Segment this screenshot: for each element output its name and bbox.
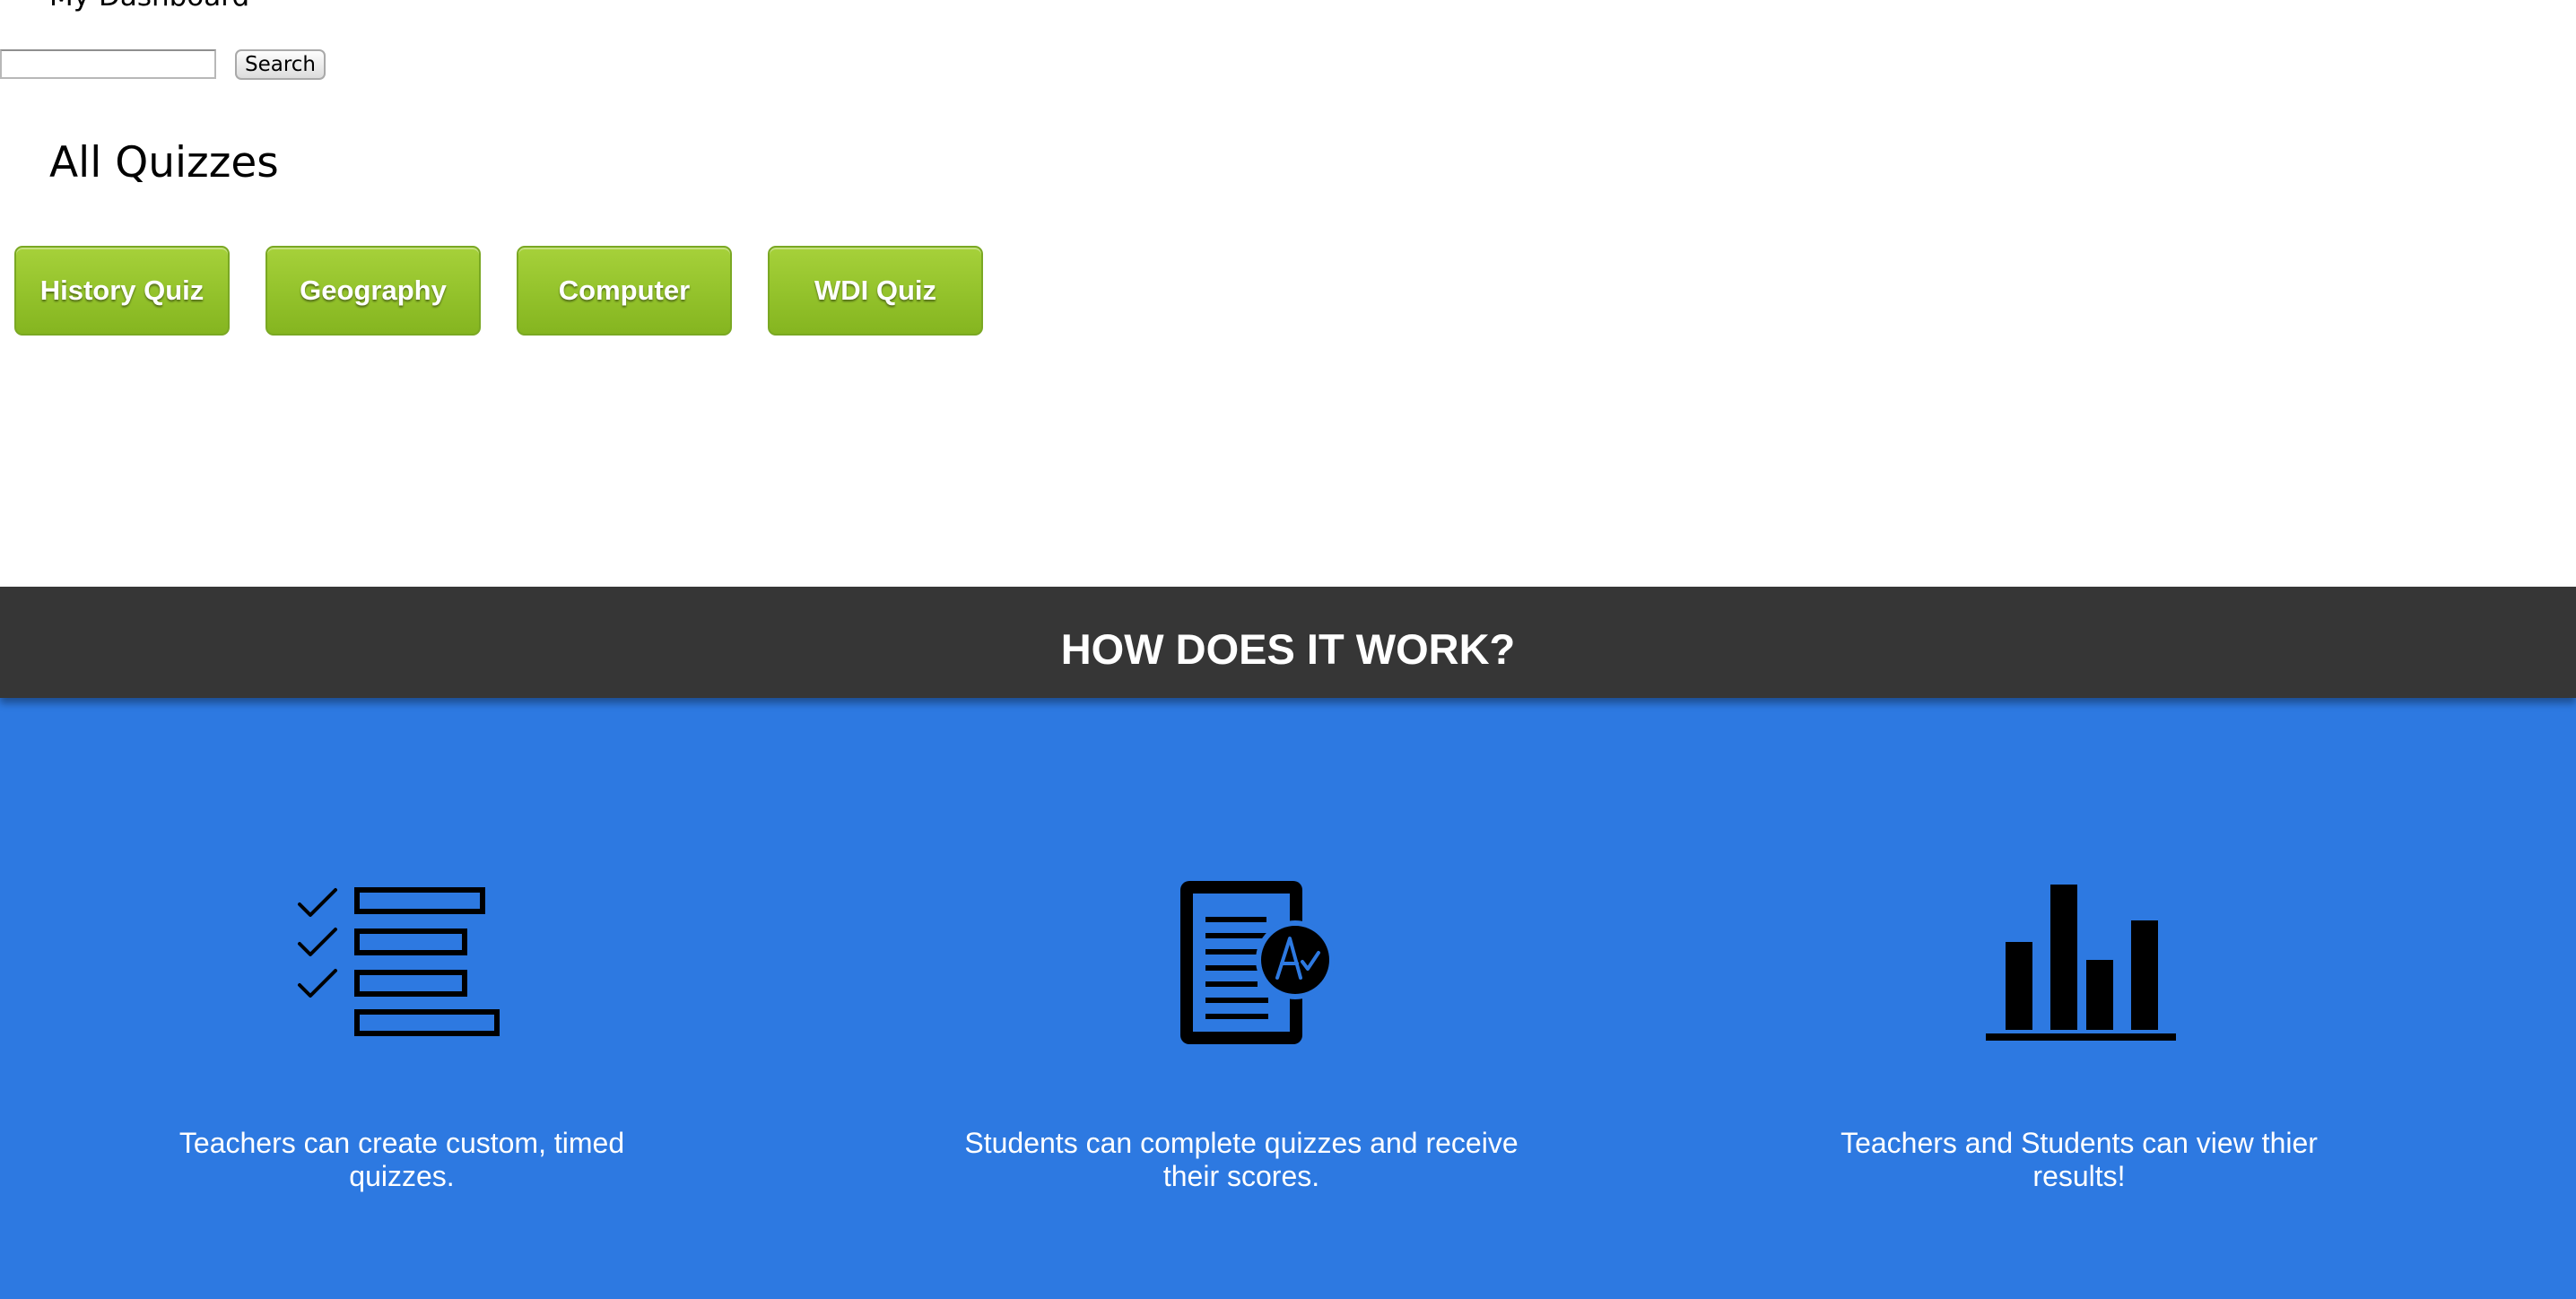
- feature-view-results-text: Teachers and Students can view thier res…: [1841, 1127, 2318, 1192]
- feature-complete-quizzes-text: Students can complete quizzes and receiv…: [964, 1127, 1519, 1192]
- quiz-button-wdi[interactable]: WDI Quiz: [768, 246, 983, 336]
- how-it-works-header: HOW DOES IT WORK?: [0, 587, 2576, 698]
- search-input[interactable]: [0, 49, 216, 79]
- feature-create-quizzes-text: Teachers can create custom, timed quizze…: [178, 1127, 625, 1192]
- checklist-icon: [298, 887, 500, 1036]
- quiz-button-computer[interactable]: Computer: [517, 246, 732, 336]
- quiz-button-history[interactable]: History Quiz: [14, 246, 230, 336]
- all-quizzes-heading: All Quizzes: [49, 138, 279, 187]
- search-button[interactable]: Search: [235, 49, 326, 80]
- how-it-works-title: HOW DOES IT WORK?: [1060, 625, 1516, 673]
- quiz-button-geography[interactable]: Geography: [265, 246, 481, 336]
- graded-document-icon: [1180, 881, 1335, 1044]
- my-dashboard-link[interactable]: My Dashboard: [49, 0, 249, 13]
- features-section: Teachers can create custom, timed quizze…: [0, 698, 2576, 1299]
- bar-chart-icon: [1986, 885, 2176, 1041]
